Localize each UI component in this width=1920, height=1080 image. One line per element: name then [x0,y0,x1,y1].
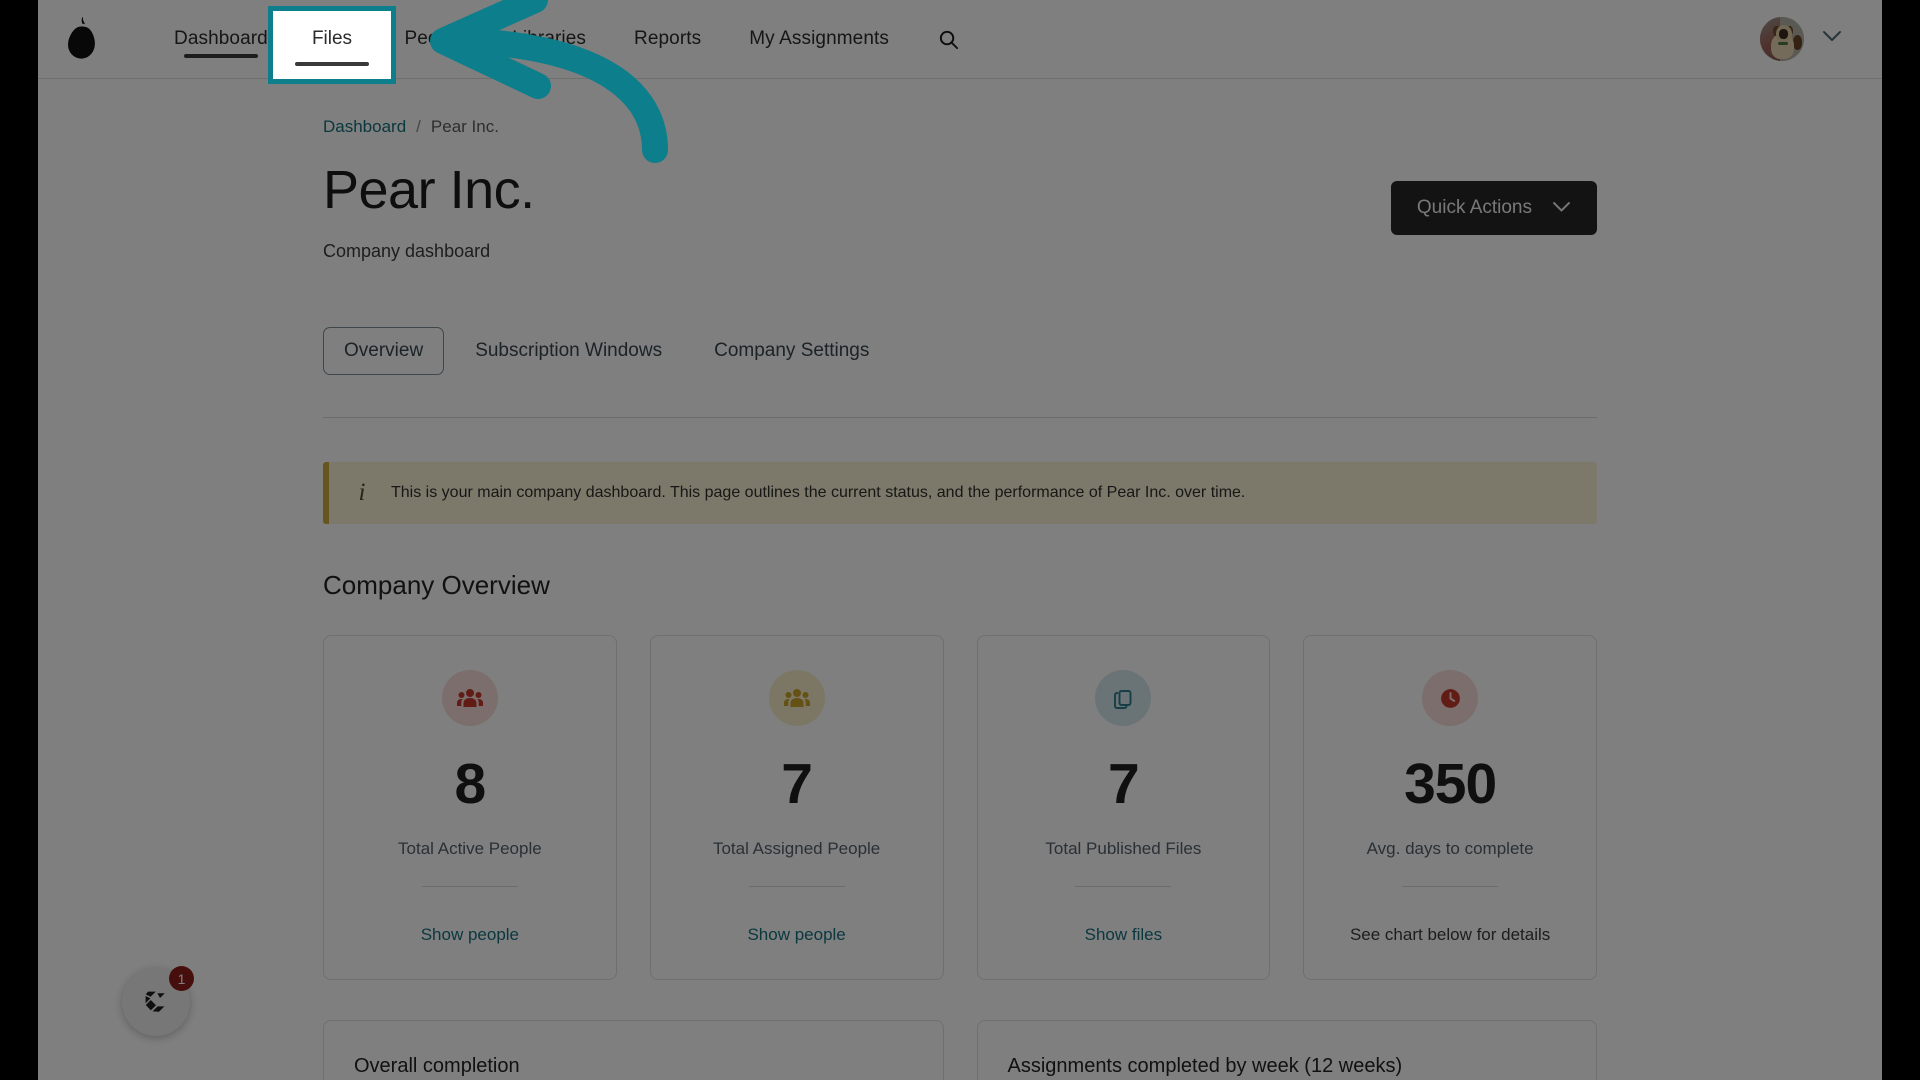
stat-label: Total Published Files [1045,839,1202,859]
nav-item-libraries[interactable]: Libraries [488,0,610,79]
tab-label: Overview [344,340,424,362]
panel-assignments-by-week: Assignments completed by week (12 weeks) [976,1020,1597,1080]
stat-value: 8 [454,752,487,817]
nav-item-label: My Assignments [749,28,889,49]
panel-title: Assignments completed by week (12 weeks) [1007,1055,1403,1078]
panel-title: Overall completion [354,1055,520,1078]
quick-actions-label: Quick Actions [1416,197,1532,218]
breadcrumb: Dashboard / Pear Inc. [323,79,1597,137]
stat-label: Avg. days to complete [1366,839,1534,859]
section-title-company-overview: Company Overview [323,570,550,601]
stat-divider [1402,886,1499,888]
info-banner-text: This is your main company dashboard. Thi… [391,484,1246,502]
breadcrumb-link-dashboard[interactable]: Dashboard [323,117,406,137]
breadcrumb-current: Pear Inc. [430,117,499,136]
nav-item-my-assignments[interactable]: My Assignments [725,0,913,79]
chevron-down-icon[interactable] [1822,30,1842,48]
section-divider [323,417,1597,419]
people-group-icon [768,670,825,727]
notification-badge: 1 [169,966,194,991]
help-chat-widget-button[interactable]: 1 [122,966,194,1036]
info-banner: i This is your main company dashboard. T… [323,462,1597,525]
account-area [1760,17,1882,61]
avatar[interactable] [1760,17,1804,61]
tab-subscription-windows[interactable]: Subscription Windows [454,327,683,375]
nav-item-label: People [404,28,465,49]
search-icon[interactable] [913,0,984,79]
nav-item-label: Libraries [512,28,587,49]
main-content: Dashboard / Pear Inc. Pear Inc. Company … [38,79,1882,1080]
stat-label: Total Assigned People [712,839,881,859]
stat-card-grid: 8 Total Active People Show people 7 Tota… [323,635,1597,981]
pear-logo-icon[interactable] [56,12,110,66]
tab-overview[interactable]: Overview [323,327,445,376]
panel-overall-completion: Overall completion [323,1020,944,1080]
nav-item-label: Dashboard [174,28,268,49]
tab-bar: Overview Subscription Windows Company Se… [323,327,1597,376]
stat-value: 7 [1108,752,1140,817]
info-icon: i [358,479,366,507]
quick-actions-button[interactable]: Quick Actions [1390,181,1597,235]
tab-label: Company Settings [714,340,870,362]
stat-label: Total Active People [398,839,542,859]
stat-action-link[interactable]: Show files [1085,925,1162,945]
page-header: Pear Inc. Company dashboard Quick Action… [323,160,1597,262]
stat-value: 7 [781,752,813,817]
page-subtitle: Company dashboard [323,241,491,262]
chat-help-widget-icon [145,991,165,1012]
stat-card: 7 Total Published Files Show files [976,635,1271,981]
copy-files-icon [1095,670,1152,727]
stat-divider [421,886,518,888]
stat-divider [1075,886,1172,888]
stat-action-link[interactable]: Show people [747,925,845,945]
breadcrumb-separator: / [416,117,421,136]
stat-card: 8 Total Active People Show people [323,635,617,981]
tab-label: Subscription Windows [475,340,663,362]
chevron-down-icon [1552,197,1571,219]
nav-active-underline [183,53,258,58]
clock-icon [1422,670,1479,727]
stat-value: 350 [1404,752,1497,817]
chart-panel-grid: Overall completion Assignments completed… [323,1020,1597,1080]
tab-company-settings[interactable]: Company Settings [693,327,890,375]
stat-action-link[interactable]: Show people [421,925,519,945]
nav-item-people[interactable]: People [380,0,488,79]
nav-item-dashboard[interactable]: Dashboard [150,0,292,79]
people-group-icon [441,670,498,727]
stat-action-note: See chart below for details [1349,925,1551,945]
browser-page: Dashboard Files People Libraries Reports [38,0,1882,1080]
stat-card: 350 Avg. days to complete See chart belo… [1303,635,1597,981]
stat-card: 7 Total Assigned People Show people [649,635,944,981]
nav-item-reports[interactable]: Reports [610,0,725,79]
top-navigation-bar: Dashboard Files People Libraries Reports [38,0,1882,79]
content-wrapper: Dashboard / Pear Inc. Pear Inc. Company … [323,79,1597,1080]
nav-item-label: Reports [634,28,702,49]
nav-items: Dashboard Files People Libraries Reports [150,0,984,79]
stat-divider [748,886,845,888]
screen: Dashboard Files People Libraries Reports [0,0,1920,1080]
